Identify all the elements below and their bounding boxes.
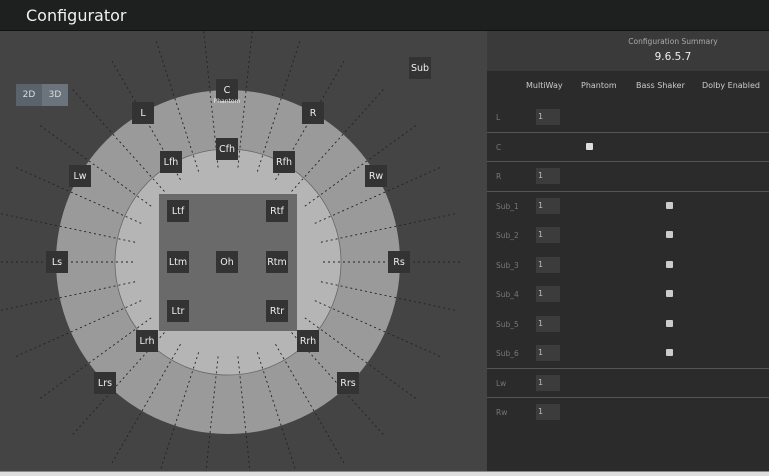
speaker-sub[interactable]: Sub	[409, 57, 431, 79]
summary-row-r: R1	[487, 162, 769, 192]
row-label: Sub_2	[496, 231, 519, 240]
speaker-rw[interactable]: Rw	[365, 165, 387, 187]
multiway-input[interactable]: 1	[536, 345, 560, 361]
multiway-input[interactable]: 1	[536, 404, 560, 420]
speaker-layout-canvas[interactable]: 2D 3D C L R Cfh Lfh Rfh Lw Rw Ltf Rtf Ls Ltm Oh Rtm Rs…	[0, 31, 487, 471]
multiway-input[interactable]: 1	[536, 374, 560, 391]
bass-shaker-checkbox[interactable]	[666, 349, 673, 356]
bass-shaker-checkbox[interactable]	[666, 319, 673, 327]
speaker-rtm[interactable]: Rtm	[266, 251, 288, 273]
speaker-ltf[interactable]: Ltf	[167, 200, 189, 222]
summary-row-sub_2: Sub_2 1	[487, 221, 769, 251]
speaker-r[interactable]: R	[302, 102, 324, 124]
row-label: Sub_4	[496, 290, 519, 299]
speaker-oh[interactable]: Oh	[216, 251, 238, 273]
row-label: R	[496, 172, 502, 181]
phantom-checkbox[interactable]	[586, 142, 593, 150]
toggle-2d[interactable]: 2D	[16, 84, 42, 106]
row-label: C	[496, 142, 502, 152]
summary-title: Configuration Summary	[628, 37, 718, 46]
summary-row-sub_3: Sub_3 1	[487, 251, 769, 281]
multiway-input[interactable]: 1	[536, 197, 560, 214]
row-label: Sub_3	[496, 260, 519, 270]
app-title: Configurator	[26, 6, 127, 25]
multiway-input[interactable]: 1	[536, 315, 560, 332]
bass-shaker-checkbox[interactable]	[666, 260, 673, 268]
toggle-3d[interactable]: 3D	[42, 84, 68, 106]
row-label: Sub_6	[496, 349, 519, 358]
summary-row-c: C	[487, 133, 769, 162]
col-dolby-enabled: Dolby Enabled	[702, 81, 760, 90]
col-phantom: Phantom	[581, 81, 617, 90]
multiway-input[interactable]: 1	[536, 286, 560, 302]
speaker-rtf[interactable]: Rtf	[266, 200, 288, 222]
bass-shaker-checkbox[interactable]	[666, 231, 673, 238]
speaker-ltm[interactable]: Ltm	[167, 251, 189, 273]
summary-row-sub_6: Sub_6 1	[487, 339, 769, 369]
bass-shaker-checkbox[interactable]	[666, 290, 673, 297]
speaker-l[interactable]: L	[132, 102, 154, 124]
summary-row-rw: Rw 1	[487, 398, 769, 428]
summary-row-sub_4: Sub_4 1	[487, 280, 769, 310]
speaker-rrs[interactable]: Rrs	[337, 372, 359, 394]
speaker-rs[interactable]: Rs	[388, 251, 410, 273]
bass-shaker-checkbox[interactable]	[666, 201, 673, 209]
phantom-label: Phantom	[213, 98, 241, 105]
col-multiway: MultiWay	[526, 81, 563, 90]
summary-row-sub_1: Sub_1 1	[487, 192, 769, 222]
speaker-ltr[interactable]: Ltr	[167, 300, 189, 322]
speaker-lrs[interactable]: Lrs	[94, 372, 116, 394]
row-label: Sub_1	[496, 201, 519, 211]
multiway-input[interactable]: 1	[536, 256, 560, 273]
multiway-input[interactable]: 1	[536, 227, 560, 243]
multiway-input[interactable]: 1	[536, 109, 560, 125]
speaker-lfh[interactable]: Lfh	[160, 151, 182, 173]
multiway-input[interactable]: 1	[536, 168, 560, 184]
summary-columns: MultiWay Phantom Bass Shaker Dolby Enabl…	[487, 71, 769, 103]
summary-header: Configuration Summary 9.6.5.7	[487, 31, 769, 71]
row-label: Rw	[496, 408, 508, 417]
row-label: L	[496, 113, 501, 122]
row-label: Lw	[496, 378, 507, 388]
speaker-rrh[interactable]: Rrh	[297, 330, 319, 352]
row-label: Sub_5	[496, 319, 519, 329]
col-bass-shaker: Bass Shaker	[636, 81, 685, 90]
speaker-cfh[interactable]: Cfh	[216, 138, 238, 160]
speaker-lrh[interactable]: Lrh	[136, 330, 158, 352]
speaker-lw[interactable]: Lw	[69, 165, 91, 187]
title-bar: Configurator	[0, 0, 769, 31]
speaker-rfh[interactable]: Rfh	[273, 151, 295, 173]
room-diagram	[0, 31, 463, 471]
speaker-rtr[interactable]: Rtr	[266, 300, 288, 322]
bottom-bar	[0, 471, 769, 476]
summary-row-sub_5: Sub_5 1	[487, 310, 769, 340]
summary-row-lw: Lw 1	[487, 369, 769, 398]
summary-version: 9.6.5.7	[654, 51, 692, 63]
view-toggle[interactable]: 2D 3D	[16, 84, 68, 106]
summary-row-l: L1	[487, 103, 769, 133]
speaker-ls[interactable]: Ls	[46, 251, 68, 273]
configuration-summary-panel: Configuration Summary 9.6.5.7 MultiWay P…	[487, 31, 769, 471]
